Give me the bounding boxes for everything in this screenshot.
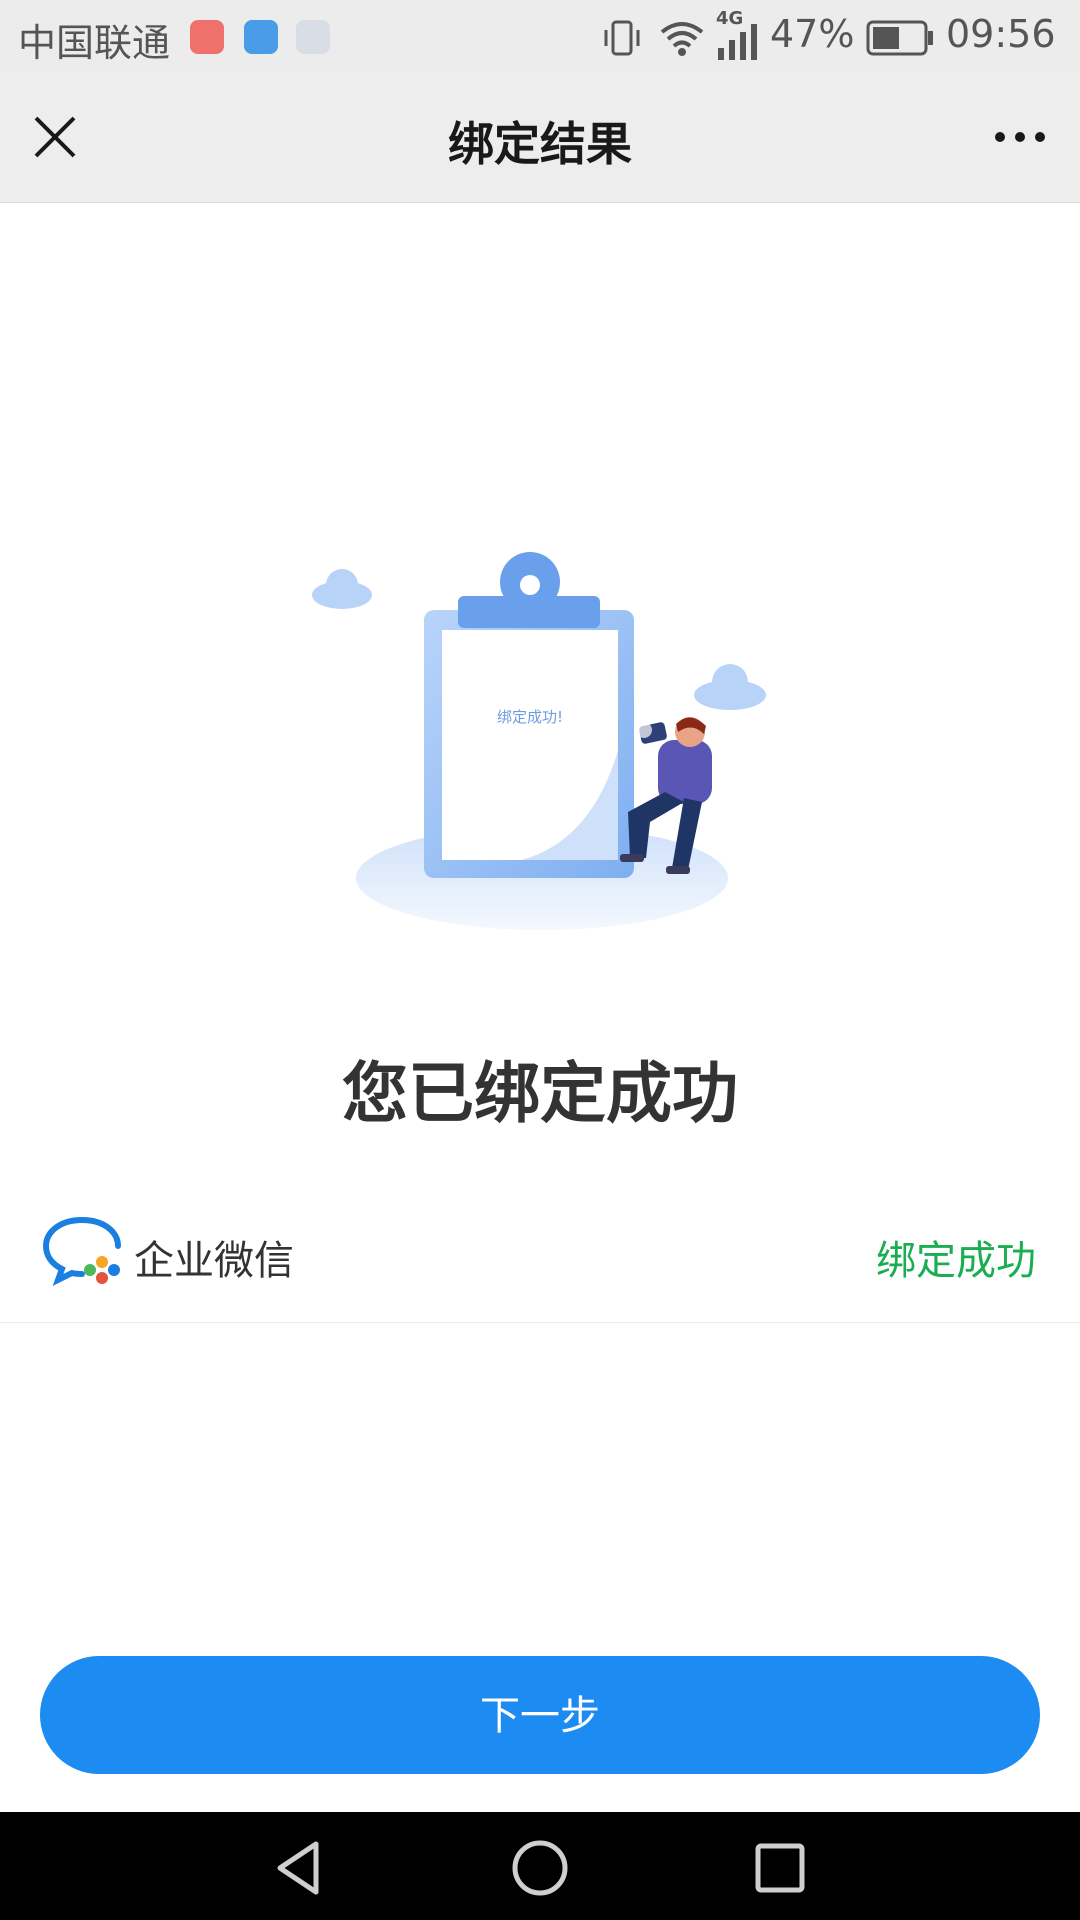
binding-status: 绑定成功 (876, 1238, 1036, 1284)
page-title: 绑定结果 (448, 117, 632, 171)
success-illustration: 绑定成功! (312, 552, 766, 930)
vibrate-icon (604, 20, 640, 56)
carrier-name: 中国联通 (18, 21, 171, 65)
recents-icon[interactable] (750, 1838, 810, 1898)
cloud-icon (312, 569, 372, 609)
success-heading: 您已绑定成功 (342, 1055, 738, 1132)
system-nav-bar (0, 1812, 1080, 1920)
gallery-app-icon (244, 20, 278, 54)
binding-row: 企业微信 绑定成功 (0, 1200, 1080, 1323)
mail-app-icon (190, 20, 224, 54)
clipboard-text: 绑定成功! (497, 708, 563, 726)
battery-percent: 47% (770, 12, 855, 56)
cloud-icon (694, 664, 766, 710)
more-icon[interactable] (990, 112, 1050, 162)
clock: 09:56 (946, 12, 1056, 56)
news-app-icon (296, 20, 330, 54)
wifi-icon (660, 22, 704, 56)
battery-icon (866, 20, 933, 56)
home-icon[interactable] (510, 1838, 570, 1898)
back-icon[interactable] (270, 1838, 330, 1898)
top-nav-bar: 绑定结果 (0, 72, 1080, 203)
signal-icon (718, 24, 757, 60)
next-step-button[interactable]: 下一步 (40, 1656, 1040, 1774)
app-name: 企业微信 (134, 1238, 294, 1284)
status-indicators: 4G 47% 09:56 (602, 8, 1062, 60)
status-bar: 中国联通 4G 47% 09:56 (0, 0, 1080, 72)
wecom-logo-icon (42, 1217, 121, 1287)
